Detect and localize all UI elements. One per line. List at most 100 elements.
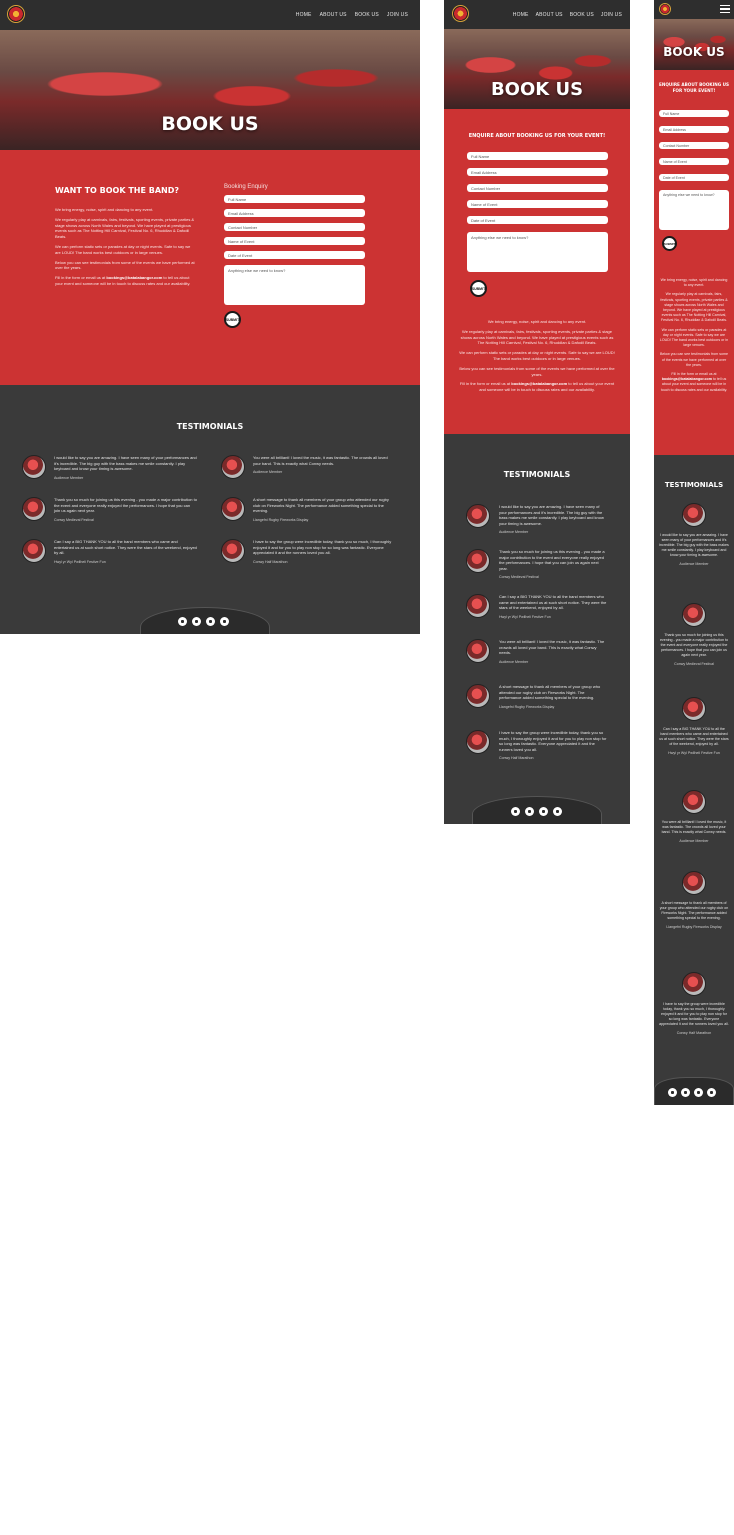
full-name-field[interactable]: Full Name [467, 152, 608, 160]
event-name-field[interactable]: Name of Event [467, 200, 608, 208]
event-date-field[interactable]: Date of Event [659, 174, 729, 181]
instagram-icon[interactable] [206, 617, 215, 626]
booking-p4: Below you can see testimonials from some… [55, 259, 195, 271]
testimonial-name: Conwy Half Marathon [499, 756, 534, 761]
instagram-icon[interactable] [539, 807, 548, 816]
message-textarea[interactable]: Anything else we need to know? [467, 232, 608, 272]
twitter-icon[interactable] [681, 1088, 690, 1097]
youtube-icon[interactable] [220, 617, 229, 626]
nav-home[interactable]: HOME [513, 12, 529, 18]
page-title: BOOK US [490, 78, 584, 100]
contact-number-field[interactable]: Contact Number [467, 184, 608, 192]
facebook-icon[interactable] [511, 807, 520, 816]
testimonial-avatar [221, 455, 245, 479]
testimonial-quote: I have to say the group were incredible … [659, 1002, 729, 1027]
testimonials-heading: TESTIMONIALS [176, 422, 244, 431]
youtube-icon[interactable] [707, 1088, 716, 1097]
testimonial-name: Llangefni Rugby Fireworks Display [499, 704, 555, 709]
testimonial-card: A short message to thank all members of … [221, 497, 396, 522]
testimonial-card: Can I say a BIG THANK YOU to all the ban… [659, 697, 729, 755]
testimonial-card: I have to say the group were incredible … [466, 730, 608, 760]
nav-join-us[interactable]: JOIN US [387, 12, 408, 18]
testimonial-quote: I would like to say you are amazing. I h… [659, 533, 729, 558]
testimonial-quote: A short message to thank all members of … [253, 497, 389, 514]
booking-p1: We bring energy, noise, spirit and danci… [660, 278, 728, 288]
email-field[interactable]: Email Address [659, 126, 729, 133]
facebook-icon[interactable] [178, 617, 187, 626]
testimonial-card: You were all brilliant! I loved the musi… [221, 455, 396, 479]
band-logo[interactable] [659, 3, 671, 15]
testimonial-avatar [466, 684, 490, 708]
twitter-icon[interactable] [192, 617, 201, 626]
booking-p4: Below you can see testimonials from some… [659, 352, 729, 367]
contact-number-field[interactable]: Contact Number [659, 142, 729, 149]
email-field[interactable]: Email Address [467, 168, 608, 176]
social-links [668, 1088, 716, 1097]
band-logo[interactable] [7, 5, 25, 23]
testimonial-card: You were all brilliant! I loved the musi… [466, 639, 608, 664]
navbar: HOME ABOUT US BOOK US JOIN US [0, 0, 420, 30]
nav-about-us[interactable]: ABOUT US [536, 12, 563, 18]
booking-p4: Below you can see testimonials from some… [459, 365, 615, 377]
testimonials-section: TESTIMONIALS I would like to say you are… [0, 385, 420, 634]
instagram-icon[interactable] [694, 1088, 703, 1097]
message-textarea[interactable]: Anything else we need to know? [224, 265, 365, 305]
full-name-field[interactable]: Full Name [224, 195, 365, 203]
hamburger-menu-icon[interactable] [720, 5, 730, 13]
twitter-icon[interactable] [525, 807, 534, 816]
testimonial-avatar [466, 730, 490, 754]
booking-section: ENQUIRE ABOUT BOOKING US FOR YOUR EVENT!… [654, 70, 734, 455]
facebook-icon[interactable] [668, 1088, 677, 1097]
full-name-field[interactable]: Full Name [659, 110, 729, 117]
contact-number-field[interactable]: Contact Number [224, 223, 365, 231]
submit-button[interactable]: SUBMIT [662, 236, 677, 251]
booking-p5: Fill in the form or email us at bookings… [55, 275, 191, 286]
event-date-field[interactable]: Date of Event [467, 216, 608, 224]
booking-p2: We regularly play at carnivals, fairs, f… [460, 328, 614, 346]
testimonial-name: Audience Member [54, 475, 84, 480]
band-logo[interactable] [452, 5, 469, 22]
submit-button[interactable]: SUBMIT [224, 311, 241, 328]
testimonial-quote: Can I say a BIG THANK YOU to all the ban… [499, 594, 607, 611]
testimonial-name: Audience Member [679, 562, 709, 567]
event-name-field[interactable]: Name of Event [659, 158, 729, 165]
tablet-mockup: HOME ABOUT US BOOK US JOIN US BOOK US EN… [444, 0, 630, 824]
testimonial-quote: Thank you so much for joining us this ev… [499, 549, 605, 571]
booking-email-link[interactable]: bookings@batalabangor.com [106, 275, 162, 280]
testimonial-avatar [221, 539, 245, 563]
booking-form: Full Name Email Address Contact Number N… [467, 152, 608, 297]
event-name-field[interactable]: Name of Event [224, 237, 365, 245]
event-date-field[interactable]: Date of Event [224, 251, 365, 259]
booking-p5: Fill in the form or email us at bookings… [459, 381, 615, 393]
testimonial-name: Audience Member [253, 470, 283, 475]
testimonial-quote: A short message to thank all members of … [499, 684, 601, 701]
testimonial-avatar [466, 549, 490, 573]
nav-join-us[interactable]: JOIN US [601, 12, 622, 18]
nav-book-us[interactable]: BOOK US [570, 12, 594, 18]
testimonial-avatar [682, 603, 706, 627]
nav-book-us[interactable]: BOOK US [355, 12, 379, 18]
nav-home[interactable]: HOME [296, 12, 312, 18]
testimonial-card: I would like to say you are amazing. I h… [466, 504, 608, 534]
nav-about-us[interactable]: ABOUT US [320, 12, 347, 18]
testimonials-heading: TESTIMONIALS [503, 470, 571, 479]
testimonial-name: Conwy Medieval Festival [674, 662, 714, 667]
desktop-mockup: HOME ABOUT US BOOK US JOIN US BOOK US WA… [0, 0, 420, 634]
message-textarea[interactable]: Anything else we need to know? [659, 190, 729, 230]
booking-form: Booking Enquiry Full Name Email Address … [224, 184, 365, 328]
testimonial-name: Hwyl yr Wyl Pwllheli Festive Fun [668, 751, 720, 756]
booking-info: WANT TO BOOK THE BAND? We bring energy, … [55, 186, 195, 291]
youtube-icon[interactable] [553, 807, 562, 816]
booking-p5: Fill in the form or email us at bookings… [660, 372, 728, 392]
booking-email-link[interactable]: bookings@batalabangor.com [662, 377, 712, 381]
testimonial-card: I would like to say you are amazing. I h… [22, 455, 197, 480]
booking-email-link[interactable]: bookings@batalabangor.com [511, 381, 567, 386]
testimonial-quote: A short message to thank all members of … [659, 901, 729, 921]
testimonial-quote: Thank you so much for joining us this ev… [54, 497, 197, 514]
booking-form: Full Name Email Address Contact Number N… [659, 110, 729, 251]
booking-heading: ENQUIRE ABOUT BOOKING US FOR YOUR EVENT! [658, 82, 730, 93]
email-field[interactable]: Email Address [224, 209, 365, 217]
testimonial-card: A short message to thank all members of … [659, 871, 729, 929]
testimonial-quote: I have to say the group were incredible … [253, 539, 392, 556]
submit-button[interactable]: SUBMIT [470, 280, 487, 297]
